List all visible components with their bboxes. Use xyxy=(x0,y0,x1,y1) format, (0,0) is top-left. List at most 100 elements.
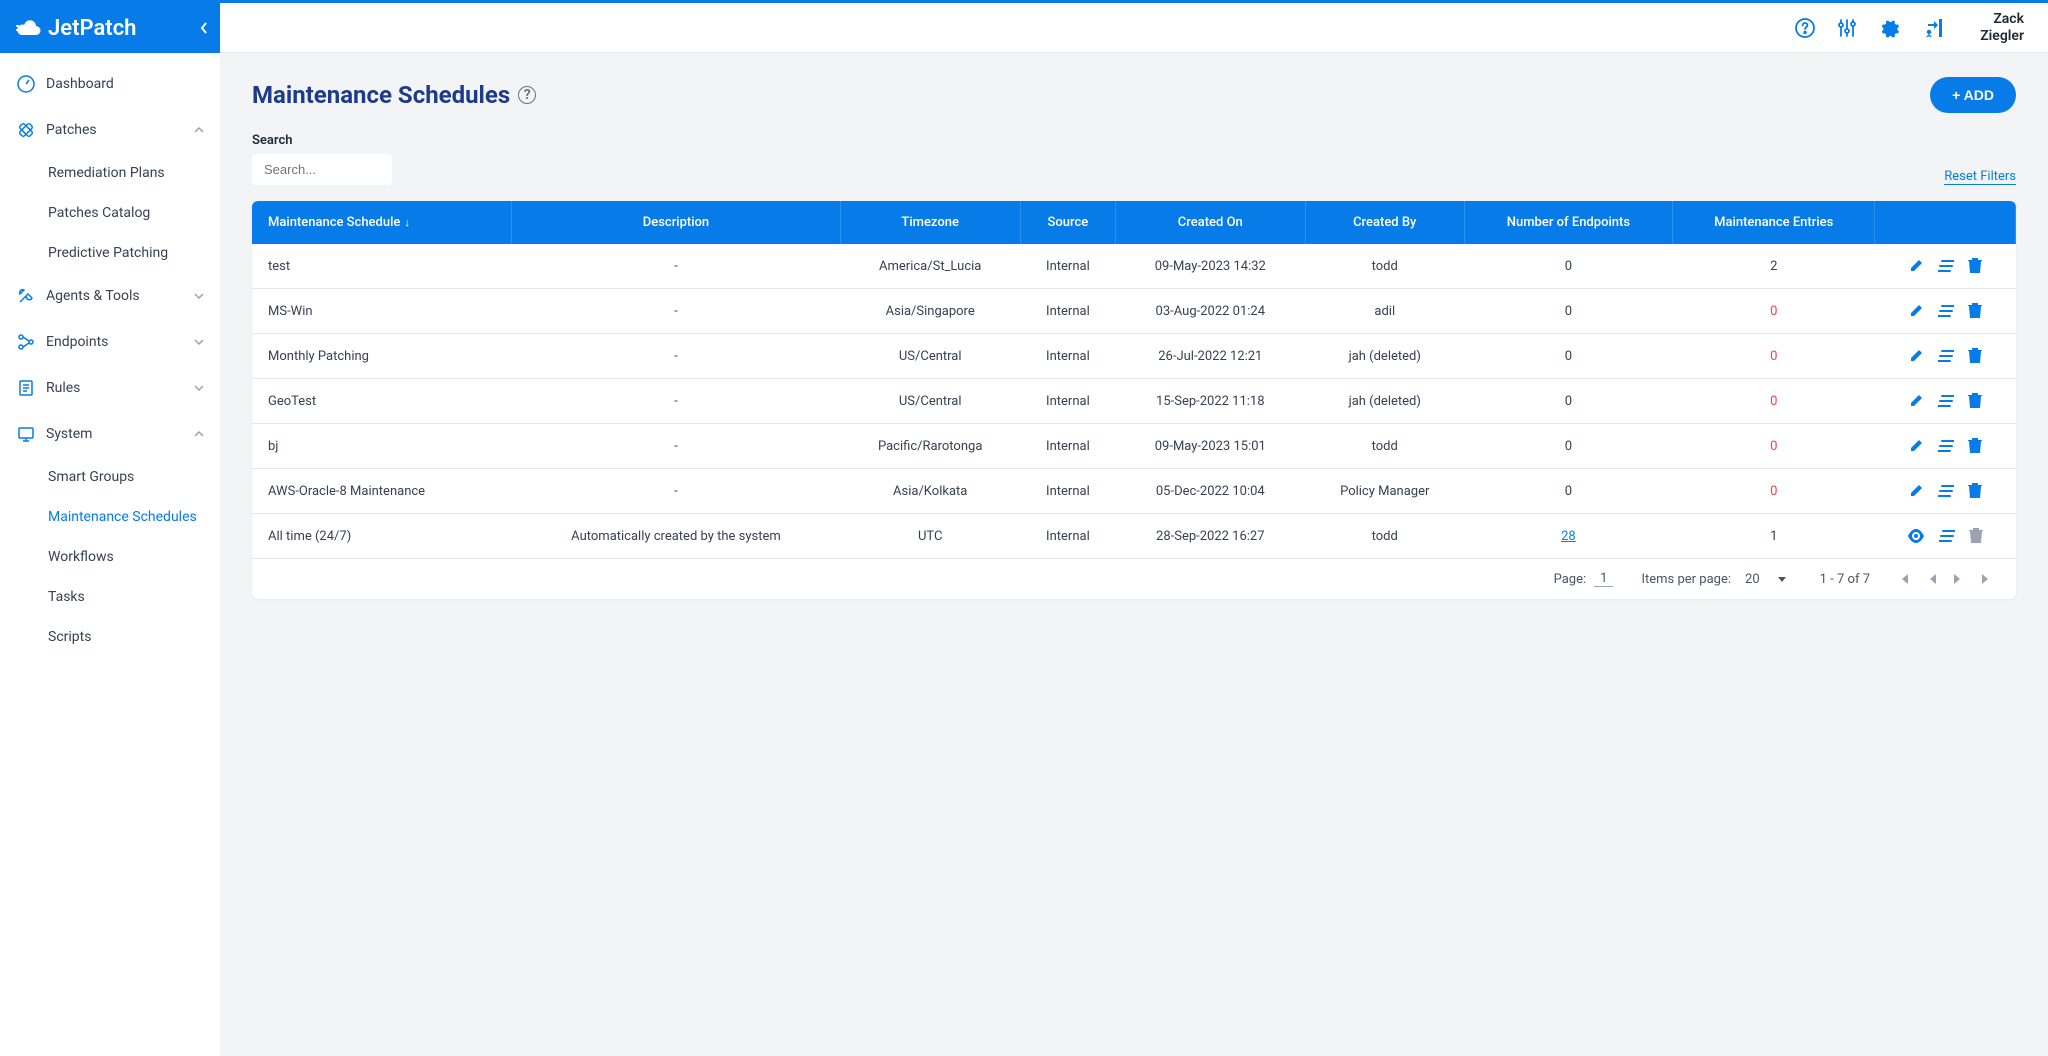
nav-patches[interactable]: Patches xyxy=(0,107,220,153)
cell-source: Internal xyxy=(1020,424,1115,469)
cell-timezone: US/Central xyxy=(840,379,1020,424)
nav-patches-catalog[interactable]: Patches Catalog xyxy=(0,193,220,233)
table-row: AWS-Oracle-8 Maintenance - Asia/Kolkata … xyxy=(252,469,2016,514)
cell-created-by: todd xyxy=(1305,244,1464,289)
endpoints-icon xyxy=(16,333,36,351)
title-row: Maintenance Schedules ? + ADD xyxy=(252,77,2016,113)
col-actions xyxy=(1875,201,2016,244)
first-page-button[interactable] xyxy=(1898,573,1910,585)
edit-icon[interactable] xyxy=(1908,348,1924,364)
username[interactable]: Zack Ziegler xyxy=(1980,11,2024,45)
chevron-up-icon xyxy=(194,431,204,437)
col-description[interactable]: Description xyxy=(512,201,840,244)
delete-icon[interactable] xyxy=(1968,258,1982,274)
cell-name: GeoTest xyxy=(252,379,512,424)
cell-created-on: 26-Jul-2022 12:21 xyxy=(1115,334,1305,379)
gear-icon[interactable] xyxy=(1878,17,1900,39)
cell-endpoints: 0 xyxy=(1464,244,1672,289)
list-icon[interactable] xyxy=(1938,439,1954,453)
delete-icon[interactable] xyxy=(1968,348,1982,364)
cell-name: All time (24/7) xyxy=(252,514,512,559)
page-group: Page: 1 xyxy=(1554,571,1614,587)
cell-entries: 0 xyxy=(1673,424,1875,469)
collapse-sidebar-button[interactable] xyxy=(200,21,208,35)
search-row: Search Reset Filters xyxy=(252,133,2016,185)
delete-icon[interactable] xyxy=(1968,438,1982,454)
cell-description: - xyxy=(512,334,840,379)
list-icon[interactable] xyxy=(1938,259,1954,273)
delete-icon[interactable] xyxy=(1968,303,1982,319)
search-group: Search xyxy=(252,133,392,185)
cloud-icon xyxy=(16,19,42,37)
edit-icon[interactable] xyxy=(1908,483,1924,499)
nav-tasks[interactable]: Tasks xyxy=(0,577,220,617)
col-entries[interactable]: Maintenance Entries xyxy=(1673,201,1875,244)
col-endpoints[interactable]: Number of Endpoints xyxy=(1464,201,1672,244)
delete-icon[interactable] xyxy=(1969,528,1983,544)
cell-source: Internal xyxy=(1020,289,1115,334)
cell-endpoints: 0 xyxy=(1464,469,1672,514)
cell-name: AWS-Oracle-8 Maintenance xyxy=(252,469,512,514)
view-icon[interactable] xyxy=(1907,529,1925,543)
edit-icon[interactable] xyxy=(1908,258,1924,274)
help-icon[interactable]: ? xyxy=(518,86,536,104)
endpoints-link[interactable]: 28 xyxy=(1561,529,1576,544)
list-icon[interactable] xyxy=(1938,349,1954,363)
page-number[interactable]: 1 xyxy=(1594,571,1613,587)
nav-label: Endpoints xyxy=(46,334,108,350)
col-created-by[interactable]: Created By xyxy=(1305,201,1464,244)
cell-description: Automatically created by the system xyxy=(512,514,840,559)
last-page-button[interactable] xyxy=(1980,573,1992,585)
table-wrap: Maintenance Schedule↓ Description Timezo… xyxy=(252,201,2016,599)
cell-description: - xyxy=(512,469,840,514)
edit-icon[interactable] xyxy=(1908,393,1924,409)
nav-system[interactable]: System xyxy=(0,411,220,457)
cell-timezone: America/St_Lucia xyxy=(840,244,1020,289)
cell-name: test xyxy=(252,244,512,289)
content: Maintenance Schedules ? + ADD Search Res… xyxy=(220,53,2048,1056)
reset-filters-link[interactable]: Reset Filters xyxy=(1944,169,2016,185)
items-per-page-select[interactable]: 20 xyxy=(1739,572,1792,587)
edit-icon[interactable] xyxy=(1908,438,1924,454)
nav-predictive-patching[interactable]: Predictive Patching xyxy=(0,233,220,273)
nav-remediation-plans[interactable]: Remediation Plans xyxy=(0,153,220,193)
list-icon[interactable] xyxy=(1939,529,1955,543)
delete-icon[interactable] xyxy=(1968,483,1982,499)
cell-timezone: Asia/Kolkata xyxy=(840,469,1020,514)
list-icon[interactable] xyxy=(1938,394,1954,408)
cell-entries: 0 xyxy=(1673,334,1875,379)
list-icon[interactable] xyxy=(1938,304,1954,318)
logout-icon[interactable] xyxy=(1920,17,1944,39)
cell-endpoints: 0 xyxy=(1464,289,1672,334)
next-page-button[interactable] xyxy=(1954,573,1962,585)
nav-scripts[interactable]: Scripts xyxy=(0,617,220,657)
cell-created-by: Policy Manager xyxy=(1305,469,1464,514)
col-timezone[interactable]: Timezone xyxy=(840,201,1020,244)
nav-rules[interactable]: Rules xyxy=(0,365,220,411)
prev-page-button[interactable] xyxy=(1928,573,1936,585)
search-input[interactable] xyxy=(252,154,392,185)
cell-created-by: jah (deleted) xyxy=(1305,334,1464,379)
edit-icon[interactable] xyxy=(1908,303,1924,319)
cell-actions xyxy=(1875,424,2016,469)
cell-description: - xyxy=(512,289,840,334)
help-icon[interactable] xyxy=(1794,17,1816,39)
list-icon[interactable] xyxy=(1938,484,1954,498)
nav-dashboard[interactable]: Dashboard xyxy=(0,61,220,107)
nav-maintenance-schedules[interactable]: Maintenance Schedules xyxy=(0,497,220,537)
add-button[interactable]: + ADD xyxy=(1930,77,2016,113)
col-source[interactable]: Source xyxy=(1020,201,1115,244)
nav-agents-tools[interactable]: Agents & Tools xyxy=(0,273,220,319)
nav-workflows[interactable]: Workflows xyxy=(0,537,220,577)
sliders-icon[interactable] xyxy=(1836,17,1858,39)
cell-timezone: US/Central xyxy=(840,334,1020,379)
delete-icon[interactable] xyxy=(1968,393,1982,409)
cell-source: Internal xyxy=(1020,469,1115,514)
cell-endpoints: 0 xyxy=(1464,379,1672,424)
nav-smart-groups[interactable]: Smart Groups xyxy=(0,457,220,497)
col-schedule[interactable]: Maintenance Schedule↓ xyxy=(252,201,512,244)
cell-created-on: 05-Dec-2022 10:04 xyxy=(1115,469,1305,514)
col-created-on[interactable]: Created On xyxy=(1115,201,1305,244)
chevron-down-icon xyxy=(194,385,204,391)
nav-endpoints[interactable]: Endpoints xyxy=(0,319,220,365)
